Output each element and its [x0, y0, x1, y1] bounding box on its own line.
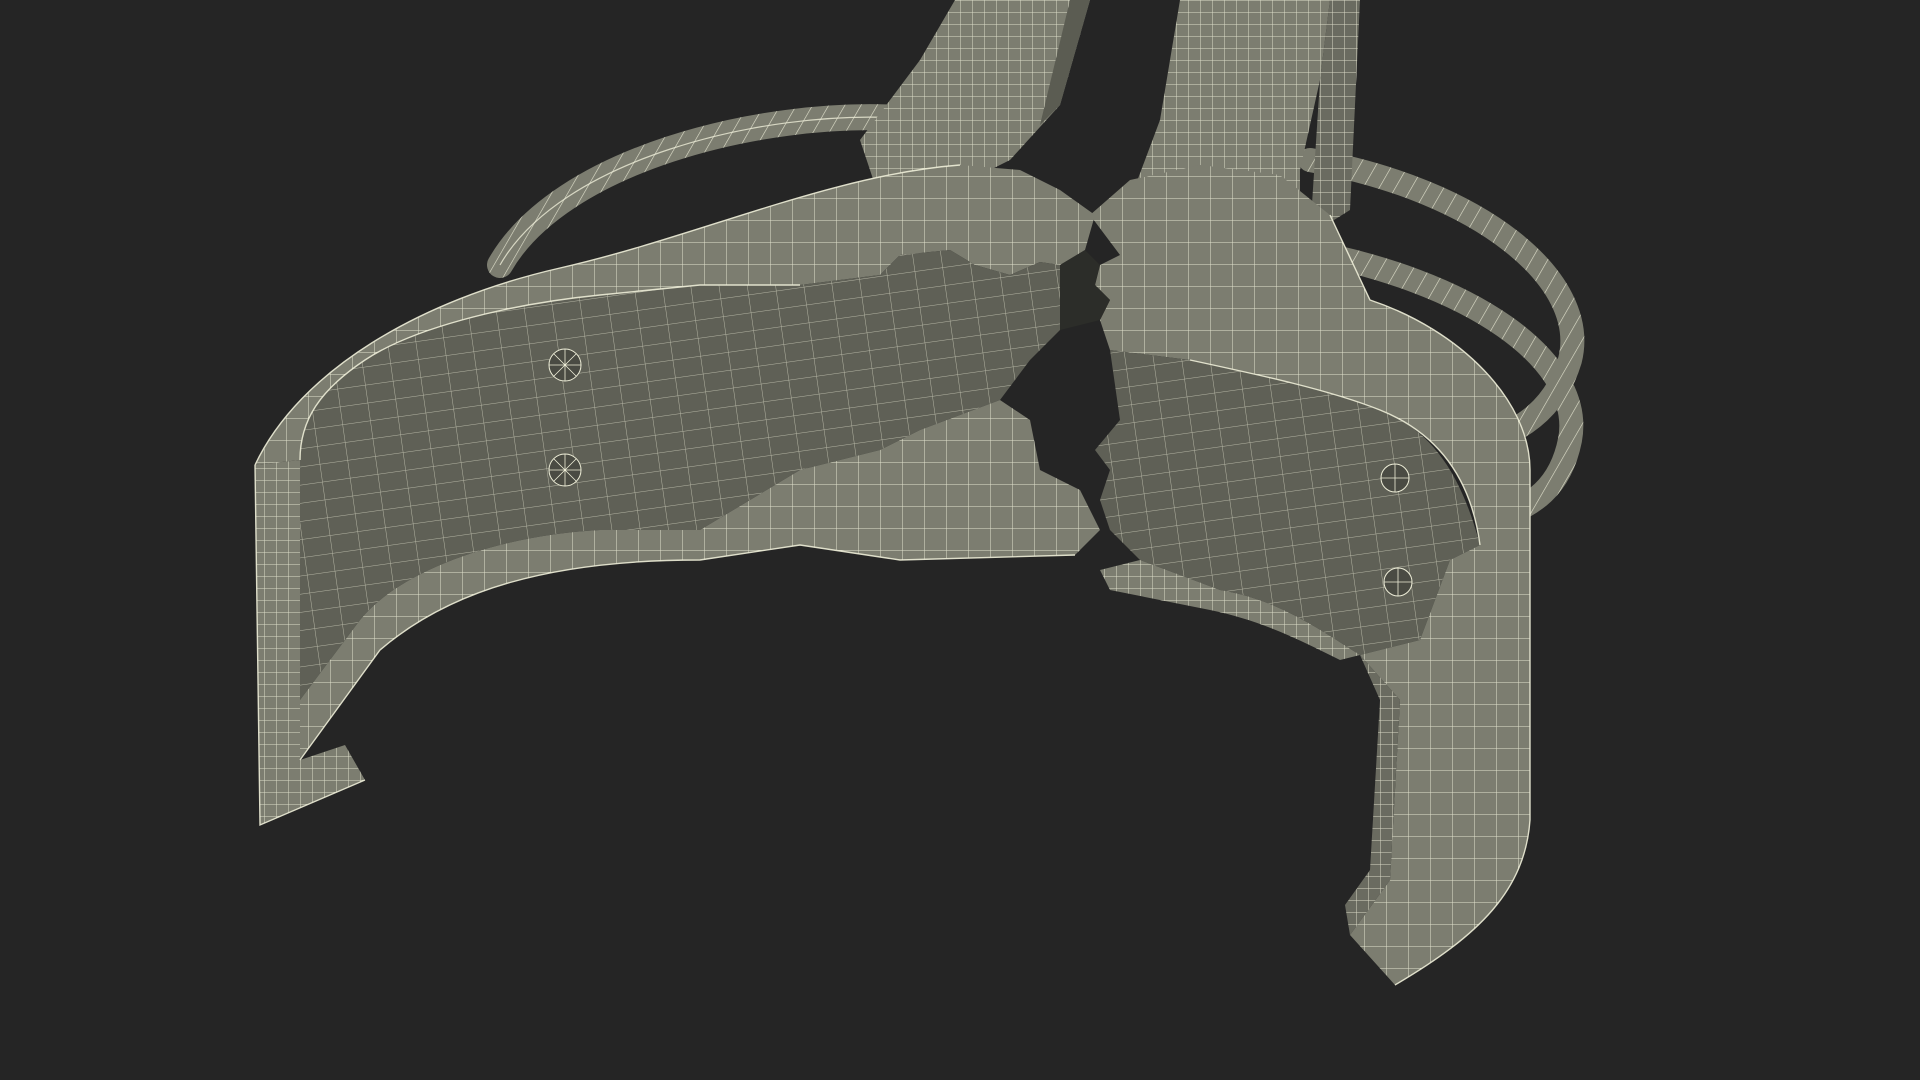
screw-hole-right-lower — [1383, 567, 1413, 597]
screw-hole-lower — [548, 453, 582, 487]
render-viewport — [0, 0, 1920, 1080]
screw-hole-right-upper — [1380, 463, 1410, 493]
screw-hole-upper — [548, 348, 582, 382]
wireframe-model-canvas — [254, 0, 1585, 986]
